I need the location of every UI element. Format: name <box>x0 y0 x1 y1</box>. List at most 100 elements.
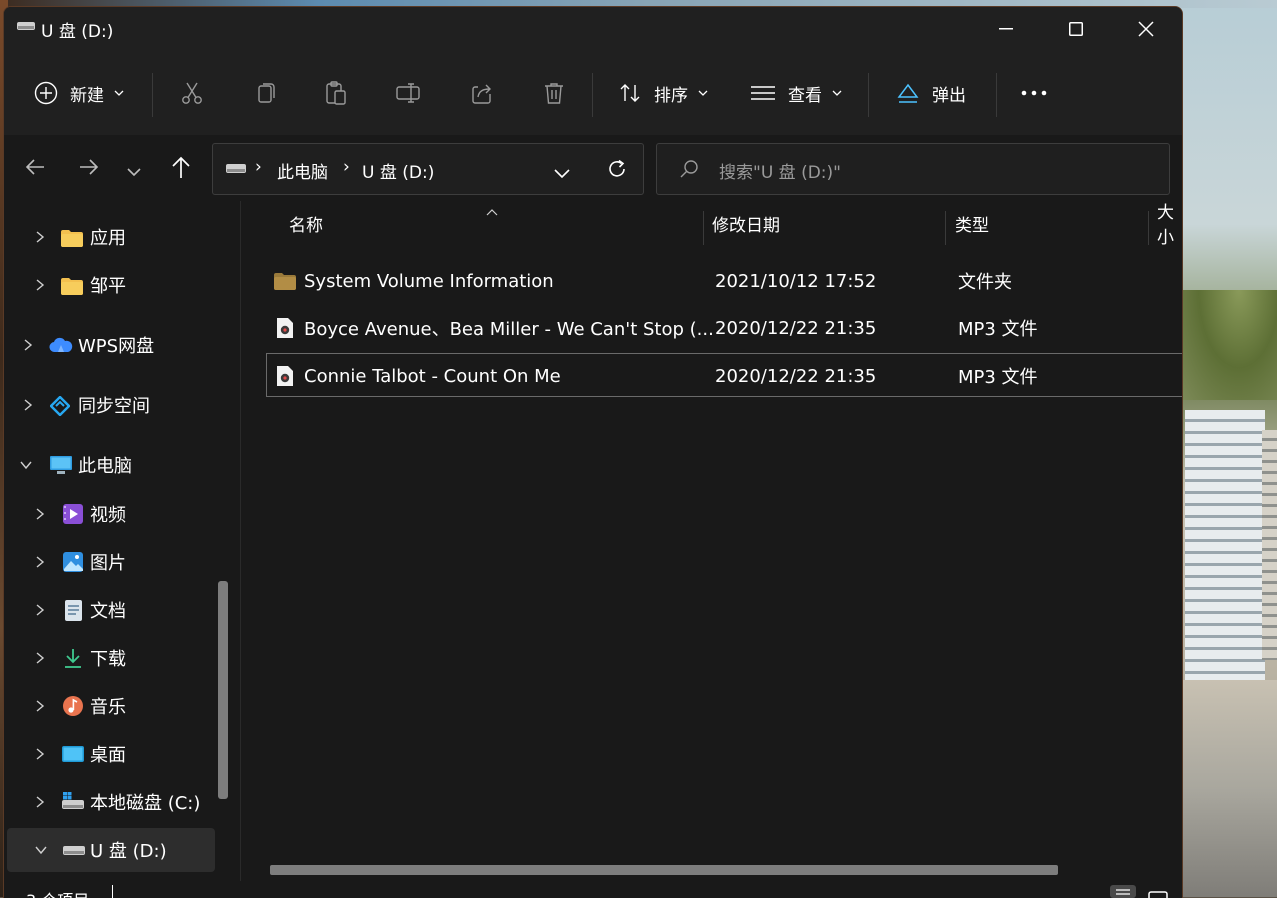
back-button[interactable] <box>24 156 46 182</box>
rename-icon <box>396 83 420 103</box>
sidebar-item-zouping[interactable]: 邹平 <box>4 263 212 307</box>
wallpaper-hill <box>1182 290 1277 400</box>
recent-locations-button[interactable] <box>126 162 142 181</box>
address-history-dropdown[interactable] <box>553 164 571 183</box>
arrow-left-icon <box>25 159 44 175</box>
up-button[interactable] <box>170 155 192 183</box>
usb-drive-icon <box>226 164 246 173</box>
sidebar-item-usb-drive-d[interactable]: U 盘 (D:) <box>7 828 215 872</box>
sidebar-item-documents[interactable]: 文档 <box>4 588 212 632</box>
column-header-name[interactable]: 名称 <box>289 201 323 245</box>
sidebar-item-sync-space[interactable]: 同步空间 <box>4 383 212 427</box>
paste-button[interactable] <box>324 51 348 135</box>
more-options-button[interactable] <box>1020 51 1048 135</box>
pane-divider <box>240 201 241 881</box>
file-row[interactable]: Boyce Avenue、Bea Miller - We Can't Stop … <box>266 306 1182 350</box>
column-divider[interactable] <box>703 211 704 245</box>
address-bar[interactable]: › 此电脑 › U 盘 (D:) <box>212 143 644 195</box>
sidebar-item-label: 视频 <box>90 505 126 526</box>
breadcrumb-separator: › <box>255 157 262 177</box>
breadcrumb-separator: › <box>343 157 350 177</box>
clipboard-icon <box>326 81 346 105</box>
mp3-file-icon <box>277 318 293 338</box>
copy-button[interactable] <box>254 51 278 135</box>
chevron-down-icon <box>554 169 570 179</box>
refresh-button[interactable] <box>606 158 628 184</box>
close-button[interactable] <box>1112 7 1180 51</box>
sidebar-item-music[interactable]: 音乐 <box>4 684 212 728</box>
sidebar-item-apps[interactable]: 应用 <box>4 215 212 259</box>
sidebar-item-label: 本地磁盘 (C:) <box>90 793 201 814</box>
column-header-size[interactable]: 大小 <box>1157 201 1182 248</box>
new-button[interactable]: 新建 <box>34 51 124 135</box>
cloud-icon <box>49 337 73 353</box>
column-header-label: 大小 <box>1157 203 1174 248</box>
download-icon <box>65 649 81 668</box>
details-view-button[interactable] <box>1110 885 1136 898</box>
chevron-down-icon <box>127 168 141 177</box>
file-row[interactable]: System Volume Information 2021/10/12 17:… <box>266 259 1182 303</box>
more-icon <box>1021 90 1047 96</box>
view-button[interactable]: 查看 <box>750 51 842 135</box>
maximize-button[interactable] <box>1042 7 1110 51</box>
eject-button-label: 弹出 <box>932 85 966 106</box>
search-input[interactable]: 搜索"U 盘 (D:)" <box>719 158 841 183</box>
delete-button[interactable] <box>542 51 566 135</box>
toolbar-divider <box>152 73 153 117</box>
toolbar-divider <box>996 73 997 117</box>
navigation-bar: › 此电脑 › U 盘 (D:) 搜索"U 盘 (D:)" <box>4 135 1182 201</box>
column-divider[interactable] <box>1148 211 1149 245</box>
search-box[interactable]: 搜索"U 盘 (D:)" <box>656 143 1170 195</box>
chevron-down-icon <box>20 461 32 470</box>
chevron-right-icon <box>36 231 45 243</box>
forward-button[interactable] <box>78 156 100 182</box>
breadcrumb-usb-drive[interactable]: U 盘 (D:) <box>362 158 434 183</box>
sidebar-item-label: 邹平 <box>90 276 126 297</box>
sidebar-item-this-pc[interactable]: 此电脑 <box>4 443 212 487</box>
sidebar-scrollbar[interactable] <box>218 581 228 799</box>
column-header-modified[interactable]: 修改日期 <box>712 201 780 245</box>
sidebar-item-wps-cloud[interactable]: WPS网盘 <box>4 323 212 367</box>
title-bar: U 盘 (D:) <box>4 7 1182 51</box>
sort-button[interactable]: 排序 <box>618 51 708 135</box>
file-row[interactable]: Connie Talbot - Count On Me 2020/12/22 2… <box>266 353 1182 397</box>
chevron-down-icon <box>35 846 47 855</box>
column-divider[interactable] <box>945 211 946 245</box>
sidebar-item-label: WPS网盘 <box>78 336 155 357</box>
sidebar-item-label: 此电脑 <box>78 456 132 477</box>
sidebar-item-desktop[interactable]: 桌面 <box>4 732 212 776</box>
horizontal-scrollbar[interactable] <box>270 865 1058 875</box>
wallpaper-street <box>1182 680 1277 897</box>
eject-icon <box>897 83 919 103</box>
sidebar-item-label: 音乐 <box>90 697 126 718</box>
file-name: System Volume Information <box>304 270 554 292</box>
sidebar-item-local-disk-c[interactable]: 本地磁盘 (C:) <box>4 780 212 824</box>
wallpaper-building <box>1185 410 1265 680</box>
rename-button[interactable] <box>396 51 422 135</box>
toolbar-divider <box>868 73 869 117</box>
scissors-icon <box>182 82 202 104</box>
new-button-label: 新建 <box>70 85 104 106</box>
chevron-right-icon <box>36 604 45 616</box>
sidebar-item-label: 下载 <box>90 649 126 670</box>
column-header-type[interactable]: 类型 <box>955 201 989 245</box>
sidebar-item-videos[interactable]: 视频 <box>4 492 212 536</box>
column-header-label: 名称 <box>289 215 323 236</box>
sidebar-item-pictures[interactable]: 图片 <box>4 540 212 584</box>
share-button[interactable] <box>470 51 494 135</box>
file-modified: 2020/12/22 21:35 <box>715 317 877 339</box>
command-bar: 新建 排序 查看 弹出 <box>4 51 1182 136</box>
share-icon <box>472 84 491 104</box>
cut-button[interactable] <box>180 51 204 135</box>
minimize-button[interactable] <box>972 7 1040 51</box>
sidebar-item-downloads[interactable]: 下载 <box>4 636 212 680</box>
chevron-right-icon <box>36 796 45 808</box>
chevron-right-icon <box>36 279 45 291</box>
large-icons-view-button[interactable] <box>1148 887 1168 898</box>
sidebar-item-label: 文档 <box>90 601 126 622</box>
window-title: U 盘 (D:) <box>41 22 114 42</box>
file-type: 文件夹 <box>958 272 1012 293</box>
breadcrumb-this-pc[interactable]: 此电脑 <box>277 158 328 183</box>
sidebar-item-label: 图片 <box>90 553 126 574</box>
eject-button[interactable]: 弹出 <box>896 51 966 135</box>
